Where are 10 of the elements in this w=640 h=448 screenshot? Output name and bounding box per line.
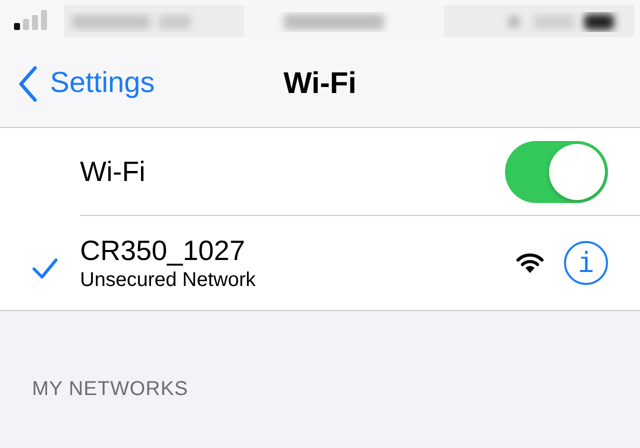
back-button[interactable]: Settings bbox=[18, 66, 155, 102]
wifi-icon bbox=[516, 252, 544, 274]
network-name[interactable]: CR350_1027 bbox=[80, 234, 246, 266]
wifi-label: Wi-Fi bbox=[80, 156, 146, 188]
section-header: MY NETWORKS bbox=[32, 378, 188, 400]
signal-icon bbox=[14, 10, 50, 30]
info-button[interactable]: i bbox=[564, 241, 608, 285]
chevron-left-icon bbox=[18, 66, 38, 102]
network-detail: Unsecured Network bbox=[80, 268, 256, 292]
page-title: Wi-Fi bbox=[283, 66, 357, 100]
